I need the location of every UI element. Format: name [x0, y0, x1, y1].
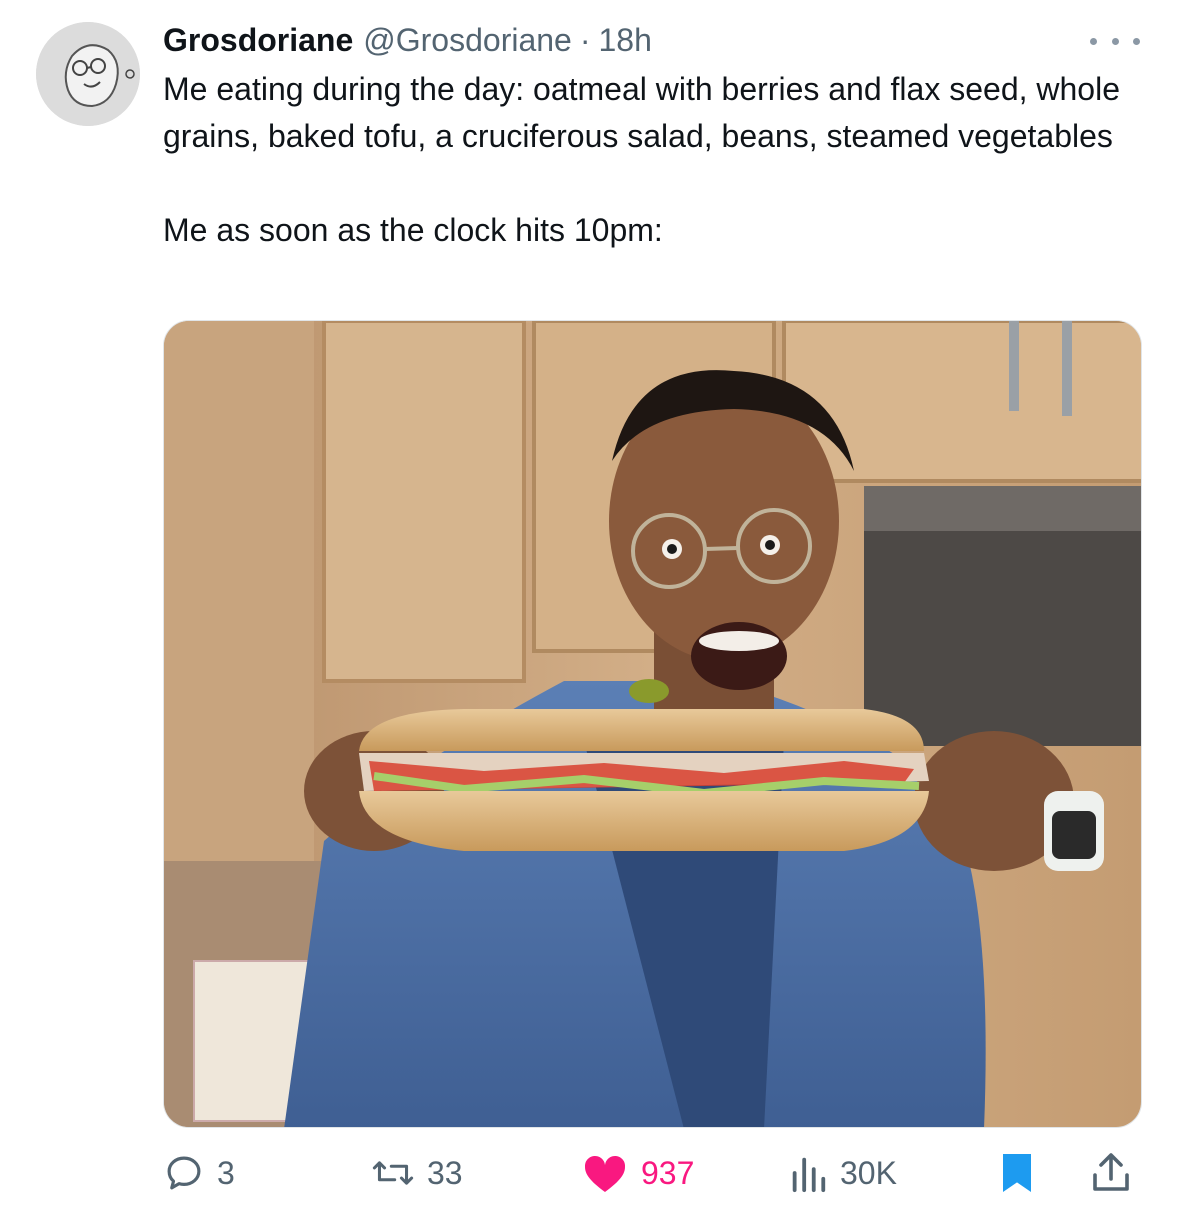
- tweet-text-line-1: Me eating during the day: oatmeal with b…: [163, 71, 1120, 154]
- tweet-text: Me eating during the day: oatmeal with b…: [163, 66, 1153, 254]
- reply-icon: [163, 1152, 205, 1194]
- bookmark-icon: [1000, 1151, 1034, 1195]
- timestamp[interactable]: 18h: [599, 22, 652, 59]
- share-button[interactable]: [1091, 1145, 1131, 1201]
- repost-count: 33: [427, 1154, 463, 1191]
- share-icon: [1091, 1151, 1131, 1195]
- separator-dot: ·: [579, 21, 591, 58]
- tweet-header: Grosdoriane @Grosdoriane · 18h: [163, 18, 652, 62]
- like-button[interactable]: 937: [581, 1145, 694, 1201]
- author-handle[interactable]: @Grosdoriane: [363, 22, 572, 59]
- tweet: Grosdoriane @Grosdoriane · 18h Me eating…: [0, 0, 1179, 1215]
- reply-button[interactable]: 3: [163, 1145, 235, 1201]
- avatar[interactable]: [36, 22, 140, 126]
- tweet-image[interactable]: [163, 320, 1142, 1128]
- bookmark-button[interactable]: [1000, 1145, 1034, 1201]
- views-button[interactable]: 30K: [788, 1145, 897, 1201]
- views-count: 30K: [840, 1154, 897, 1191]
- tweet-text-line-2: Me as soon as the clock hits 10pm:: [163, 212, 663, 248]
- repost-icon: [371, 1152, 415, 1194]
- heart-icon: [581, 1151, 629, 1195]
- tweet-actions: 3 33 937 30K: [163, 1145, 1143, 1201]
- author-name[interactable]: Grosdoriane: [163, 22, 353, 59]
- repost-button[interactable]: 33: [371, 1145, 463, 1201]
- reply-count: 3: [217, 1154, 235, 1191]
- views-icon: [788, 1152, 828, 1194]
- more-icon[interactable]: [1090, 26, 1140, 56]
- like-count: 937: [641, 1154, 695, 1191]
